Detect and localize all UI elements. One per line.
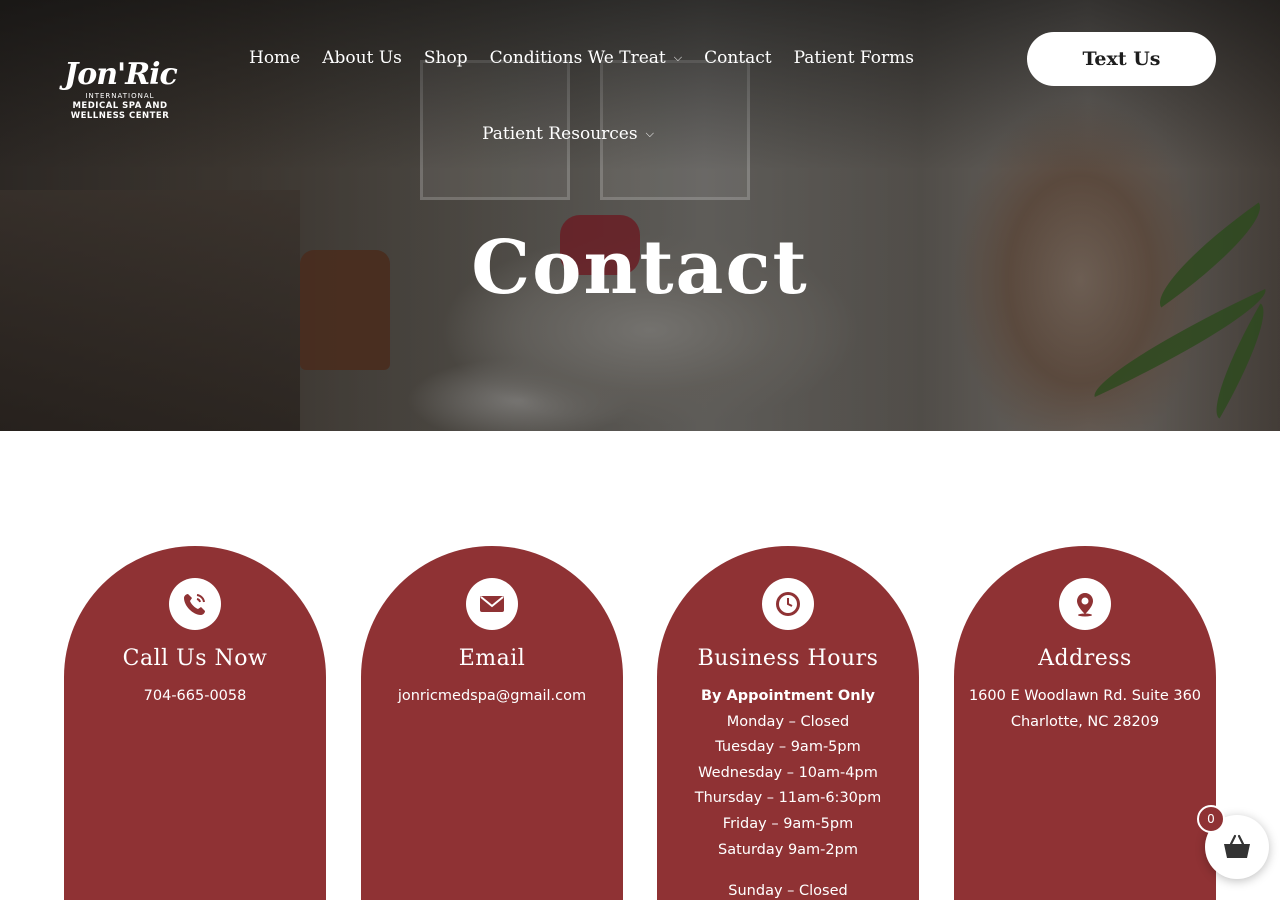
card-body: jonricmedspa@gmail.com: [361, 684, 623, 710]
nav-item-label: Home: [249, 48, 301, 68]
cart-count-badge: 0: [1197, 805, 1225, 833]
logo-tagline: INTERNATIONAL: [85, 92, 155, 100]
hours-line: Thursday – 11am-6:30pm: [694, 790, 882, 807]
nav-item-label: Conditions We Treat: [489, 48, 666, 68]
chevron-down-icon: ⌵: [673, 51, 683, 64]
nav-item-patient-resources[interactable]: Patient Resources ⌵: [471, 124, 665, 144]
address-line: Charlotte, NC 28209: [1010, 713, 1160, 730]
logo-subtitle-1: MEDICAL SPA AND: [72, 101, 168, 111]
map-pin-icon: [1059, 578, 1111, 630]
nav-item-patient-forms[interactable]: Patient Forms: [783, 48, 925, 68]
card-title: Email: [458, 646, 526, 671]
card-body: 704-665-0058: [64, 684, 326, 710]
contact-cards: Call Us Now 704-665-0058 Email jonricmed…: [64, 546, 1216, 900]
logo-script: Jon'Ric: [64, 57, 178, 92]
nav-item-shop[interactable]: Shop: [413, 48, 479, 68]
hours-line: Monday – Closed: [726, 713, 850, 730]
nav-row-primary: Home About Us Shop Conditions We Treat ⌵ …: [238, 38, 914, 78]
nav-item-conditions-we-treat[interactable]: Conditions We Treat ⌵: [479, 48, 693, 68]
nav-item-label: About Us: [322, 48, 402, 68]
card-title: Call Us Now: [122, 646, 268, 671]
contact-card-address: Address 1600 E Woodlawn Rd. Suite 360 Ch…: [954, 546, 1216, 900]
address-line: 1600 E Woodlawn Rd. Suite 360: [968, 688, 1202, 704]
nav-row-secondary: Patient Resources ⌵: [238, 114, 898, 154]
hours-line: Friday – 9am-5pm: [722, 815, 854, 832]
envelope-icon: [466, 578, 518, 630]
hours-line: Saturday 9am-2pm: [718, 841, 858, 858]
nav-item-label: Contact: [704, 48, 772, 68]
hours-line: Tuesday – 9am-5pm: [715, 739, 861, 756]
chevron-down-icon: ⌵: [645, 127, 654, 140]
card-body: By Appointment Only Monday – Closed Tues…: [657, 684, 919, 900]
contact-card-hours: Business Hours By Appointment Only Monda…: [657, 546, 919, 900]
nav-item-label: Patient Resources: [482, 124, 638, 144]
nav-item-contact[interactable]: Contact: [693, 48, 783, 68]
hours-line: Wednesday – 10am-4pm: [698, 764, 878, 781]
clock-icon: [762, 578, 814, 630]
site-logo[interactable]: Jon'Ric INTERNATIONAL MEDICAL SPA AND WE…: [64, 57, 178, 136]
hours-line: Sunday – Closed: [728, 883, 848, 900]
main-navigation: Home About Us Shop Conditions We Treat ⌵ …: [238, 38, 914, 154]
nav-item-home[interactable]: Home: [238, 48, 311, 68]
nav-item-label: Shop: [423, 48, 468, 68]
basket-icon: [1224, 834, 1250, 858]
text-us-button[interactable]: Text Us: [1027, 32, 1216, 86]
email-link[interactable]: jonricmedspa@gmail.com: [361, 684, 623, 710]
card-body: 1600 E Woodlawn Rd. Suite 360 Charlotte,…: [954, 684, 1216, 735]
page-title: Contact: [471, 225, 809, 311]
card-title: Address: [1038, 646, 1132, 671]
hours-note: By Appointment Only: [700, 688, 876, 704]
nav-item-label: Patient Forms: [793, 48, 915, 68]
logo-subtitle-2: WELLNESS CENTER: [70, 111, 170, 121]
contact-card-phone: Call Us Now 704-665-0058: [64, 546, 326, 900]
card-title: Business Hours: [697, 646, 879, 671]
hours-gap: [657, 863, 919, 879]
nav-item-about-us[interactable]: About Us: [311, 48, 413, 68]
phone-number-link[interactable]: 704-665-0058: [64, 684, 326, 710]
contact-card-email: Email jonricmedspa@gmail.com: [361, 546, 623, 900]
phone-icon: [169, 578, 221, 630]
